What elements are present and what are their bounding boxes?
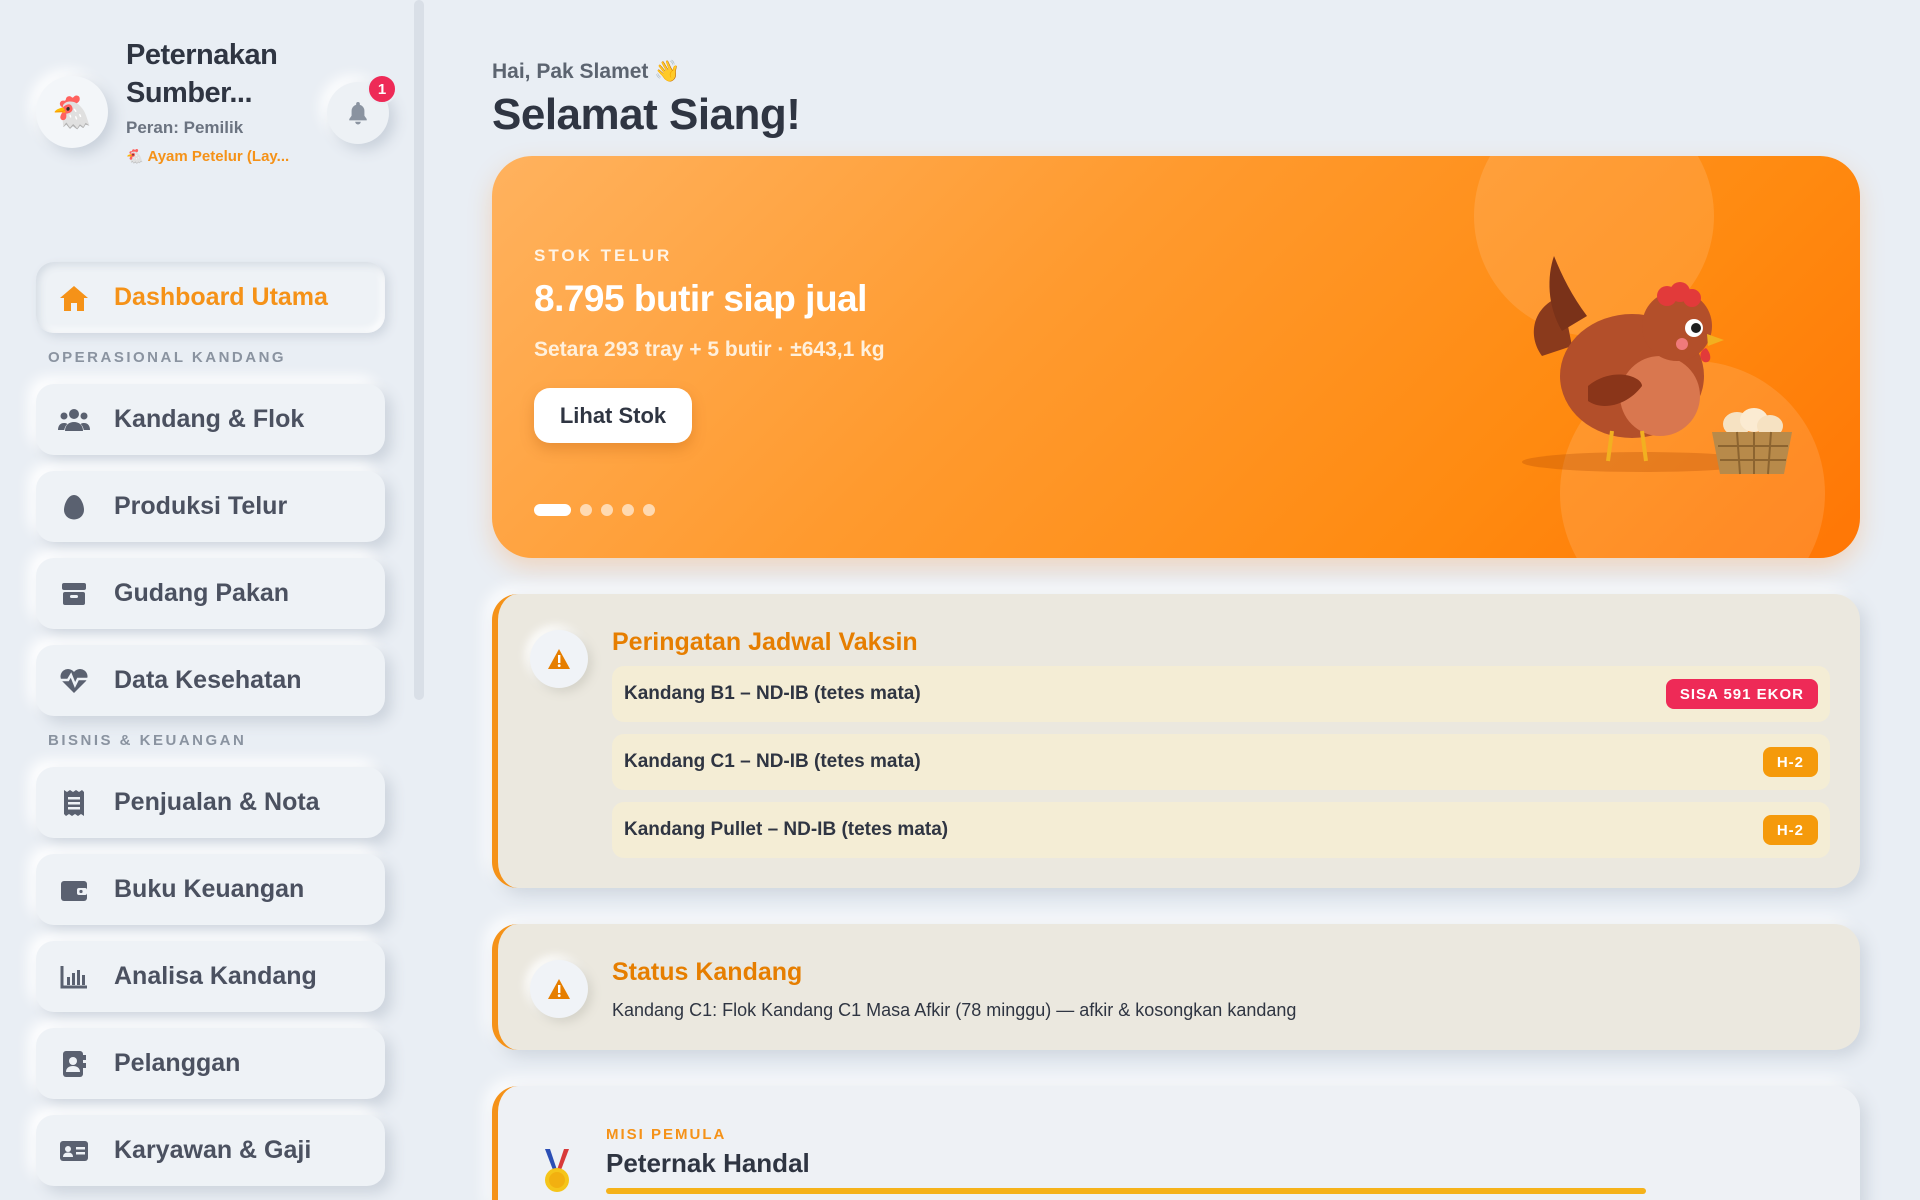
- vaccine-item-text: Kandang B1 – ND-IB (tetes mata): [624, 683, 921, 704]
- list-item[interactable]: Kandang Pullet – ND-IB (tetes mata) H-2: [612, 802, 1830, 858]
- notification-button[interactable]: 1: [327, 74, 397, 144]
- nav-label-analisa: Analisa Kandang: [114, 962, 317, 990]
- vaccine-list: Kandang B1 – ND-IB (tetes mata) SISA 591…: [612, 666, 1830, 870]
- list-item[interactable]: Kandang C1 – ND-IB (tetes mata) H-2: [612, 734, 1830, 790]
- nav-label-keuangan: Buku Keuangan: [114, 875, 305, 903]
- sidebar: 🐔 Peternakan Sumber... Peran: Pemilik 🐔 A…: [0, 0, 430, 1200]
- nav-label-pelanggan: Pelanggan: [114, 1049, 241, 1077]
- mission-progress-bar: [606, 1188, 1646, 1194]
- app-root: 🐔 Peternakan Sumber... Peran: Pemilik 🐔 A…: [0, 0, 1920, 1200]
- sidebar-nav: Dashboard Utama OPERASIONAL KANDANG Kand…: [36, 262, 394, 1186]
- box-icon: [58, 578, 90, 610]
- nav-item-kandang[interactable]: Kandang & Flok: [36, 384, 385, 455]
- nav-label-karyawan: Karyawan & Gaji: [114, 1136, 312, 1164]
- warning-icon: [530, 630, 588, 688]
- nav-item-produksi[interactable]: Produksi Telur: [36, 471, 385, 542]
- farm-profile: 🐔 Peternakan Sumber... Peran: Pemilik 🐔 A…: [36, 36, 397, 186]
- carousel-dots: [534, 504, 664, 516]
- mission-label: MISI PEMULA: [606, 1126, 727, 1143]
- nav-item-gudang[interactable]: Gudang Pakan: [36, 558, 385, 629]
- farm-name: Peternakan Sumber...: [126, 36, 316, 112]
- nav-label-produksi: Produksi Telur: [114, 492, 288, 520]
- view-stock-button[interactable]: Lihat Stok: [534, 388, 692, 443]
- farm-name-line2: Sumber...: [126, 77, 253, 109]
- vaccine-item-text: Kandang C1 – ND-IB (tetes mata): [624, 751, 921, 772]
- carousel-dot[interactable]: [601, 504, 613, 516]
- contact-book-icon: [58, 1048, 90, 1080]
- coop-status-text: Kandang C1: Flok Kandang C1 Masa Afkir (…: [612, 1000, 1297, 1020]
- status-badge: SISA 591 EKOR: [1665, 679, 1818, 709]
- vaccine-item-text: Kandang Pullet – ND-IB (tetes mata): [624, 819, 949, 840]
- nav-label-kesehatan: Data Kesehatan: [114, 666, 302, 694]
- page-title: Selamat Siang!: [492, 90, 801, 139]
- coop-status-title: Status Kandang: [612, 958, 803, 986]
- nav-label-dashboard: Dashboard Utama: [114, 283, 328, 311]
- chicken-icon: 🐔: [126, 148, 144, 164]
- nav-item-keuangan[interactable]: Buku Keuangan: [36, 854, 385, 925]
- nav-item-pelanggan[interactable]: Pelanggan: [36, 1028, 385, 1099]
- nav-item-kesehatan[interactable]: Data Kesehatan: [36, 645, 385, 716]
- farm-species[interactable]: 🐔 Ayam Petelur (Lay...: [126, 148, 316, 165]
- hen-with-eggs-illustration: [1522, 256, 1792, 475]
- carousel-dot[interactable]: [622, 504, 634, 516]
- bar-chart-icon: [58, 961, 90, 993]
- heartbeat-icon: [58, 665, 90, 697]
- warning-icon: [530, 960, 588, 1018]
- egg-stock-banner: STOK TELUR 8.795 butir siap jual Setara …: [492, 156, 1860, 558]
- carousel-dot[interactable]: [643, 504, 655, 516]
- nav-section-operasional: OPERASIONAL KANDANG: [48, 349, 287, 366]
- egg-icon: [58, 491, 90, 523]
- receipt-icon: [58, 787, 90, 819]
- medal-icon: [545, 1149, 569, 1192]
- id-card-icon: [58, 1135, 90, 1167]
- nav-label-gudang: Gudang Pakan: [114, 579, 290, 607]
- list-item[interactable]: Kandang B1 – ND-IB (tetes mata) SISA 591…: [612, 666, 1830, 722]
- status-badge: H-2: [1762, 747, 1818, 777]
- banner-subtitle: Setara 293 tray + 5 butir · ±643,1 kg: [534, 338, 885, 361]
- nav-label-kandang: Kandang & Flok: [114, 405, 305, 433]
- status-badge: H-2: [1762, 815, 1818, 845]
- bell-icon: [349, 102, 367, 125]
- coop-status-alert: Status Kandang Kandang C1: Flok Kandang …: [492, 924, 1860, 1050]
- home-icon: [58, 282, 90, 314]
- nav-label-penjualan: Penjualan & Nota: [114, 788, 320, 816]
- notification-count-badge: 1: [367, 74, 397, 104]
- banner-label: STOK TELUR: [534, 246, 673, 265]
- banner-value: 8.795 butir siap jual: [534, 278, 867, 319]
- chicken-avatar-icon[interactable]: 🐔: [36, 76, 108, 148]
- vaccine-alert-title: Peringatan Jadwal Vaksin: [612, 628, 918, 656]
- nav-item-penjualan[interactable]: Penjualan & Nota: [36, 767, 385, 838]
- nav-item-karyawan[interactable]: Karyawan & Gaji: [36, 1115, 385, 1186]
- main-content: Hai, Pak Slamet 👋 Selamat Siang! STOK TE…: [430, 0, 1920, 1200]
- farm-name-line1: Peternakan: [126, 39, 278, 71]
- greeting: Hai, Pak Slamet 👋: [492, 60, 681, 83]
- beginner-mission-card[interactable]: MISI PEMULA Peternak Handal: [492, 1086, 1860, 1200]
- profile-text: Peternakan Sumber... Peran: Pemilik 🐔 Aya…: [126, 36, 316, 165]
- nav-section-bisnis: BISNIS & KEUANGAN: [48, 732, 247, 749]
- nav-item-analisa[interactable]: Analisa Kandang: [36, 941, 385, 1012]
- wallet-icon: [58, 874, 90, 906]
- sidebar-scrollbar[interactable]: [414, 0, 424, 700]
- carousel-dot[interactable]: [534, 504, 571, 516]
- vaccine-schedule-alert: Peringatan Jadwal Vaksin Kandang B1 – ND…: [492, 594, 1860, 888]
- carousel-dot[interactable]: [580, 504, 592, 516]
- users-icon: [58, 404, 90, 436]
- species-label: Ayam Petelur (Lay...: [147, 148, 290, 165]
- mission-title: Peternak Handal: [606, 1148, 810, 1178]
- user-role: Peran: Pemilik: [126, 118, 244, 137]
- nav-item-dashboard[interactable]: Dashboard Utama: [36, 262, 385, 333]
